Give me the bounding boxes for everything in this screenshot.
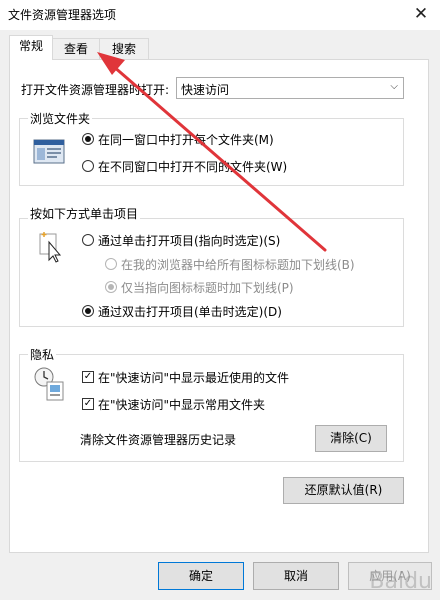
new-window-label: 在不同窗口中打开不同的文件夹(W)	[98, 160, 288, 174]
underline-point-label: 仅当指向图标标题时加下划线(P)	[121, 281, 294, 295]
tab-general[interactable]: 常规	[9, 35, 53, 60]
tab-search[interactable]: 搜索	[99, 38, 149, 60]
open-in-label: 打开文件资源管理器时打开:	[21, 83, 170, 97]
radio-underline-point[interactable]	[105, 281, 117, 293]
radio-double-click[interactable]	[82, 305, 94, 317]
frequent-folders-label: 在"快速访问"中显示常用文件夹	[98, 398, 266, 412]
radio-underline-browser[interactable]	[105, 258, 117, 270]
privacy-title: 隐私	[28, 346, 57, 363]
browse-folders-group	[19, 118, 404, 186]
restore-defaults-button[interactable]: 还原默认值(R)	[283, 477, 404, 504]
open-in-select[interactable]: 快速访问 ⌵	[176, 77, 404, 99]
chevron-down-icon: ⌵	[390, 81, 398, 92]
underline-browser-label: 在我的浏览器中给所有图标标题加下划线(B)	[121, 258, 355, 272]
open-in-value: 快速访问	[181, 83, 230, 97]
recent-files-label: 在"快速访问"中显示最近使用的文件	[98, 371, 290, 385]
click-cursor-icon	[39, 232, 62, 263]
radio-same-window[interactable]	[82, 133, 94, 145]
title-bar: 文件资源管理器选项 ✕	[0, 0, 440, 30]
browse-folders-title: 浏览文件夹	[28, 110, 93, 127]
single-click-label: 通过单击打开项目(指向时选定)(S)	[98, 234, 281, 248]
recent-files-clock-icon	[34, 367, 64, 401]
window-title: 文件资源管理器选项	[8, 8, 117, 22]
clear-history-button[interactable]: 清除(C)	[315, 425, 387, 452]
tab-view[interactable]: 查看	[52, 38, 100, 60]
checkbox-recent-files[interactable]: ✓	[82, 371, 94, 383]
clear-history-label: 清除文件资源管理器历史记录	[80, 433, 237, 447]
radio-new-window[interactable]	[82, 160, 94, 172]
double-click-label: 通过双击打开项目(单击时选定)(D)	[98, 305, 282, 319]
same-window-label: 在同一窗口中打开每个文件夹(M)	[98, 133, 274, 147]
radio-single-click[interactable]	[82, 234, 94, 246]
close-button[interactable]: ✕	[408, 2, 434, 26]
click-items-title: 按如下方式单击项目	[28, 205, 141, 222]
ok-button[interactable]: 确定	[158, 562, 244, 590]
cancel-button[interactable]: 取消	[253, 562, 339, 590]
folder-window-icon	[33, 139, 65, 164]
watermark-logo: Baidu	[369, 569, 432, 594]
checkbox-frequent-folders[interactable]: ✓	[82, 398, 94, 410]
